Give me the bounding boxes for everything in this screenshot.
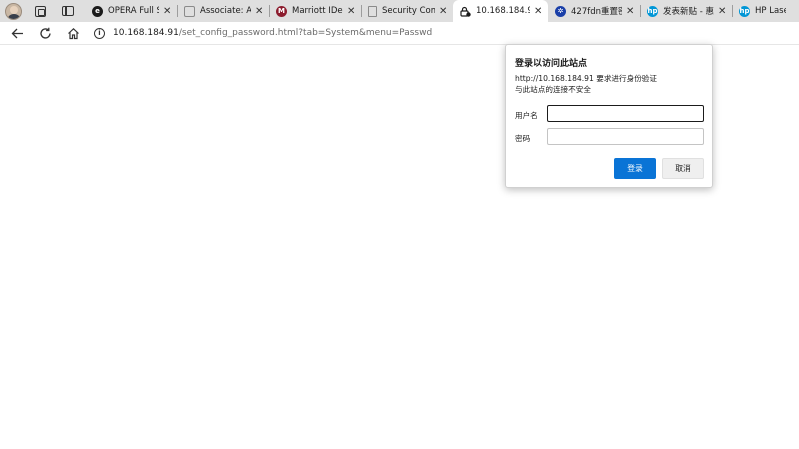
url-path: /set_config_password.html?tab=System&men… (178, 28, 433, 38)
tab-close-icon[interactable]: ✕ (530, 6, 542, 17)
lock-warning-icon (460, 6, 471, 17)
refresh-icon (39, 27, 51, 39)
refresh-button[interactable] (31, 22, 59, 45)
tab-associate[interactable]: Associate: AP ✕ (177, 0, 269, 22)
427fdn-icon: ✲ (555, 5, 566, 17)
tab-opera[interactable]: e OPERA Full Se ✕ (85, 0, 177, 22)
tab-hp-forum[interactable]: hp 发表新贴 - 惠 ✕ (640, 0, 732, 22)
cancel-button[interactable]: 取消 (662, 158, 704, 179)
tab-close-icon[interactable]: ✕ (435, 6, 447, 17)
tab-title: 发表新贴 - 惠 (663, 7, 714, 17)
login-button[interactable]: 登录 (614, 158, 656, 179)
hp-icon: hp (647, 5, 658, 17)
username-field[interactable] (547, 105, 704, 122)
back-arrow-icon (11, 28, 23, 38)
tab-title: Associate: AP (200, 6, 251, 16)
tab-close-icon[interactable]: ✕ (251, 6, 263, 17)
url-host: 10.168.184.91 (113, 28, 179, 38)
tab-title: Security Comp (382, 6, 435, 16)
workspaces-button[interactable] (27, 0, 54, 22)
tab-title: 10.168.184.91/ (476, 6, 530, 16)
tab-close-icon[interactable]: ✕ (159, 6, 171, 17)
tab-close-icon[interactable]: ✕ (343, 6, 355, 17)
password-label: 密码 (515, 134, 531, 143)
tab-strip: e OPERA Full Se ✕ Associate: AP ✕ M Marr… (0, 0, 799, 22)
avatar (5, 2, 22, 20)
back-button[interactable] (3, 22, 31, 45)
dialog-message-line1: http://10.168.184.91 要求进行身份验证 (515, 74, 657, 83)
tab-active-10-168-184-91[interactable]: 10.168.184.91/ ✕ (453, 0, 548, 22)
dialog-message: http://10.168.184.91 要求进行身份验证 与此站点的连接不安全 (515, 73, 657, 95)
tab-marriott[interactable]: M Marriott IDent ✕ (269, 0, 361, 22)
vertical-tabs-icon (61, 6, 74, 16)
address-toolbar: i 10.168.184.91/set_config_password.html… (0, 22, 799, 45)
tab-title: 427fdn重置密 (571, 7, 622, 17)
tab-title: OPERA Full Se (108, 6, 159, 16)
tab-close-icon[interactable]: ✕ (622, 6, 634, 17)
globe-icon (184, 5, 195, 17)
site-info-icon[interactable]: i (94, 27, 105, 39)
document-icon (368, 5, 377, 17)
dialog-message-line2: 与此站点的连接不安全 (515, 85, 591, 94)
opera-icon: e (92, 5, 103, 17)
home-button[interactable] (59, 22, 87, 45)
tab-actions-button[interactable] (54, 0, 81, 22)
marriott-icon: M (276, 5, 287, 17)
password-field[interactable] (547, 128, 704, 145)
tab-close-icon[interactable]: ✕ (714, 6, 726, 17)
tab-title: HP LaserJ (755, 6, 786, 16)
tab-security[interactable]: Security Comp ✕ (361, 0, 453, 22)
username-label: 用户名 (515, 111, 538, 120)
home-icon (67, 27, 79, 39)
address-bar[interactable]: 10.168.184.91/set_config_password.html?t… (113, 28, 432, 38)
tab-427fdn[interactable]: ✲ 427fdn重置密 ✕ (548, 0, 640, 22)
hp-icon: hp (739, 5, 750, 17)
tab-title: Marriott IDent (292, 6, 343, 16)
profile-button[interactable] (0, 0, 27, 22)
auth-dialog: 登录以访问此站点 http://10.168.184.91 要求进行身份验证 与… (505, 44, 713, 188)
dialog-title: 登录以访问此站点 (515, 59, 588, 69)
tab-hp-laserjet[interactable]: hp HP LaserJ (732, 0, 792, 22)
workspaces-icon (35, 5, 46, 17)
